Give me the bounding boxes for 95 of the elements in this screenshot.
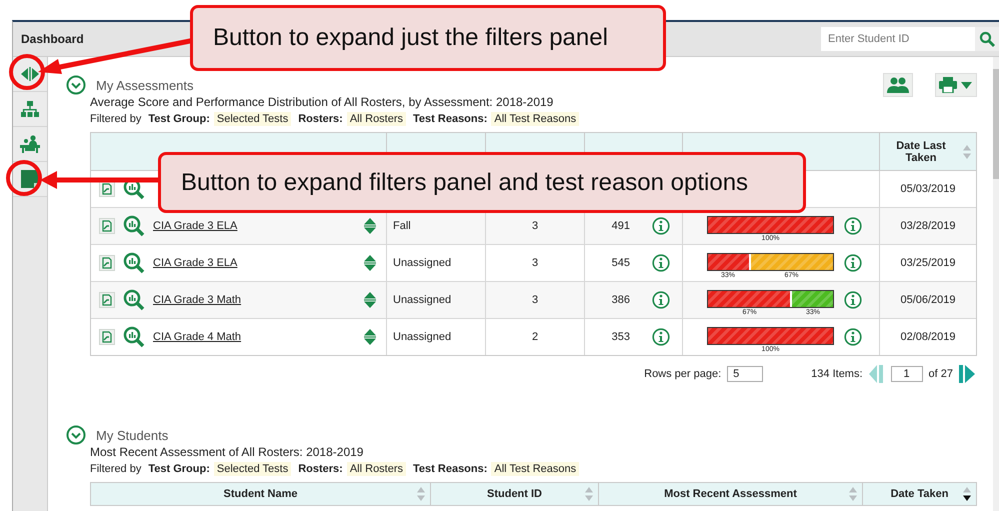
search-icon [979, 31, 995, 47]
filter-value: All Test Reasons [491, 112, 580, 126]
info-icon[interactable] [652, 328, 670, 346]
table-cell: 491 [612, 220, 630, 232]
sidebar-button[interactable] [13, 92, 47, 127]
document-icon[interactable] [99, 181, 115, 197]
table-cell: 3 [532, 257, 538, 269]
expand-arrows-icon [21, 67, 39, 81]
filter-label: Filtered by [90, 463, 142, 475]
table-cell: 353 [612, 331, 630, 343]
info-icon[interactable] [652, 291, 670, 309]
filter-name: Rosters: [298, 463, 343, 475]
info-icon[interactable] [844, 291, 862, 309]
filter-name: Test Group: [148, 113, 210, 125]
assessment-link[interactable]: CIA Grade 4 Math [153, 331, 242, 343]
filter-label: Filtered by [90, 113, 142, 125]
filter-name: Rosters: [298, 113, 343, 125]
document-icon[interactable] [99, 218, 115, 234]
magnifier-chart-icon[interactable] [123, 289, 145, 311]
filter-value: All Rosters [346, 112, 406, 126]
table-cell: 545 [612, 257, 630, 269]
teacher-desk-icon [20, 135, 40, 153]
table-cell: 05/06/2019 [900, 294, 956, 306]
column-header[interactable]: Date Last Taken [880, 140, 962, 164]
performance-bar[interactable] [707, 290, 834, 308]
callout-text: Button to expand filters panel and test reason options [181, 168, 748, 196]
document-icon[interactable] [99, 329, 115, 345]
table-cell: 2 [532, 331, 538, 343]
collapse-chevron-icon[interactable] [66, 425, 86, 445]
section-subtitle: Average Score and Performance Distribution of All Rosters, by Assessment: 2018-2019 [90, 95, 554, 109]
table-cell: Unassigned [393, 331, 452, 343]
page-number-field[interactable]: 1 [890, 366, 923, 382]
sort-arrows-icon[interactable] [364, 292, 376, 308]
column-header[interactable]: Student Name [224, 488, 298, 500]
table-cell: 386 [612, 294, 630, 306]
people-icon [887, 77, 909, 93]
assessment-link[interactable]: CIA Grade 3 ELA [153, 220, 238, 232]
collapse-chevron-icon[interactable] [66, 75, 86, 95]
hierarchy-icon [21, 101, 39, 117]
callout-text: Button to expand just the filters panel [213, 24, 608, 52]
table-cell: 02/08/2019 [900, 331, 956, 343]
table-cell: 3 [532, 220, 538, 232]
info-icon[interactable] [652, 254, 670, 272]
page-total: of 27 [928, 368, 953, 380]
next-page-icon[interactable] [959, 365, 975, 383]
info-icon[interactable] [844, 328, 862, 346]
filter-name: Test Reasons: [413, 463, 488, 475]
highlight-circle [9, 54, 45, 90]
page-title: Dashboard [21, 32, 84, 46]
table-cell: Unassigned [393, 257, 452, 269]
sidebar-button[interactable] [13, 127, 47, 162]
info-icon[interactable] [652, 217, 670, 235]
section-title: My Students [96, 428, 168, 442]
column-header[interactable]: Date Taken [890, 488, 948, 500]
table-cell: 05/03/2019 [900, 183, 956, 195]
filter-value: Selected Tests [214, 462, 292, 476]
table-cell: Fall [393, 220, 411, 232]
student-id-field[interactable]: Enter Student ID [821, 27, 975, 51]
filter-value: Selected Tests [214, 112, 292, 126]
print-button[interactable] [935, 73, 977, 97]
assessment-link[interactable]: CIA Grade 3 ELA [153, 257, 238, 269]
filter-value: All Rosters [346, 462, 406, 476]
column-header[interactable]: Most Recent Assessment [664, 488, 797, 500]
group-button[interactable] [883, 73, 913, 97]
search-button[interactable] [975, 27, 999, 51]
magnifier-chart-icon[interactable] [123, 326, 145, 348]
scrollbar-thumb[interactable] [993, 69, 999, 179]
printer-dropdown-icon [939, 77, 973, 93]
filter-value: All Test Reasons [491, 462, 580, 476]
table-cell: 03/25/2019 [900, 257, 956, 269]
table-cell: 3 [532, 294, 538, 306]
rows-per-page-field[interactable]: 5 [727, 366, 764, 382]
rows-per-page-label: Rows per page: [644, 368, 722, 380]
sort-arrows-icon[interactable] [364, 329, 376, 345]
magnifier-chart-icon[interactable] [123, 215, 145, 237]
section-subtitle: Most Recent Assessment of All Rosters: 2018-2019 [90, 445, 364, 459]
highlight-circle [6, 160, 42, 196]
assessment-link[interactable]: CIA Grade 3 Math [153, 294, 242, 306]
info-icon[interactable] [844, 217, 862, 235]
filter-name: Test Reasons: [413, 113, 488, 125]
sort-arrows-icon[interactable] [364, 255, 376, 271]
performance-bar[interactable] [707, 253, 834, 271]
column-header[interactable]: Student ID [487, 488, 542, 500]
table-cell: Unassigned [393, 294, 452, 306]
magnifier-chart-icon[interactable] [123, 252, 145, 274]
item-count: 134 Items: [811, 368, 863, 380]
scrollbar[interactable] [993, 57, 999, 511]
sort-icon[interactable] [963, 487, 971, 501]
filter-name: Test Group: [148, 463, 210, 475]
info-icon[interactable] [844, 254, 862, 272]
sort-arrows-icon[interactable] [364, 218, 376, 234]
section-title: My Assessments [96, 78, 194, 92]
document-icon[interactable] [99, 255, 115, 271]
table-cell: 03/28/2019 [900, 220, 956, 232]
document-icon[interactable] [99, 292, 115, 308]
